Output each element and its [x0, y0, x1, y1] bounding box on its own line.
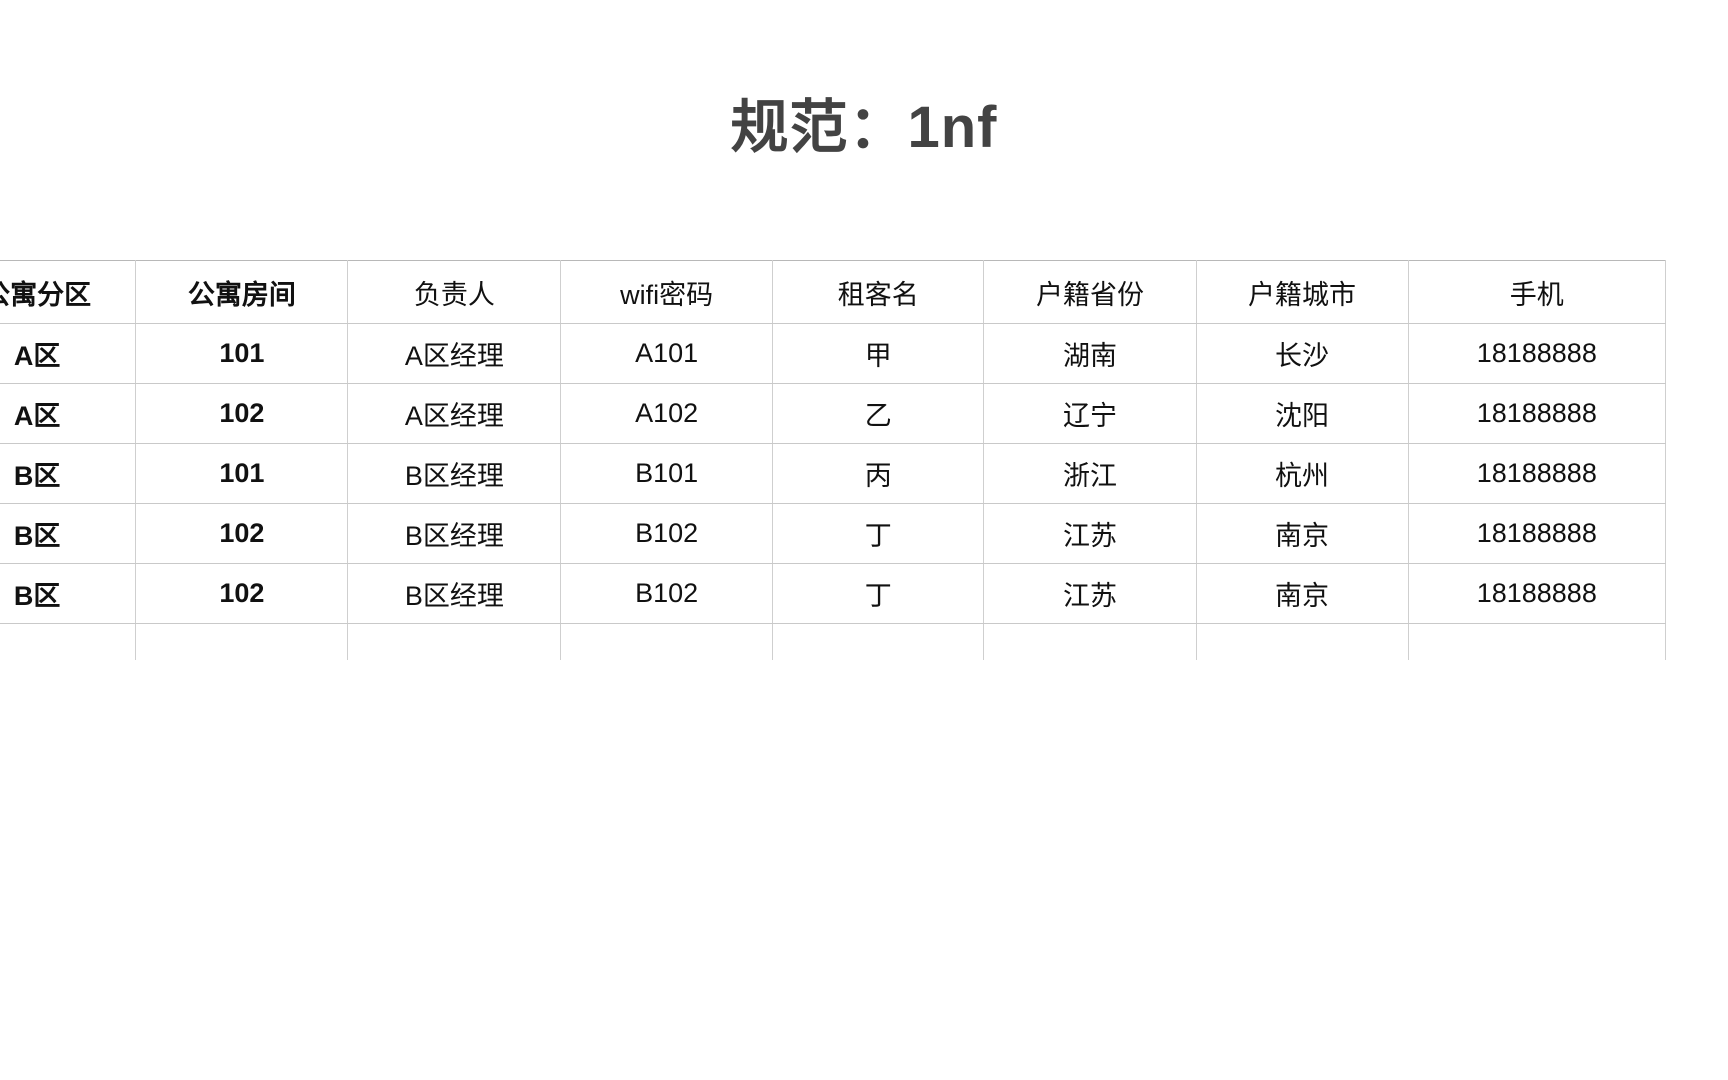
apartment-table: 公寓分区 公寓房间 负责人 wifi密码 租客名 户籍省份 户籍城市 手机 A区… — [0, 260, 1667, 660]
table-row: B区 101 B区经理 B101 丙 浙江 杭州 18188888 — [0, 443, 1667, 504]
page-title: 规范：1nf — [730, 95, 998, 160]
table-body: A区 101 A区经理 A101 甲 湖南 长沙 18188888 A区 102… — [0, 323, 1667, 660]
cell-zone — [0, 623, 137, 660]
cell-tenant: 乙 — [771, 383, 985, 444]
table-header-row: 公寓分区 公寓房间 负责人 wifi密码 租客名 户籍省份 户籍城市 手机 — [0, 260, 1667, 324]
cell-zone: A区 — [0, 383, 137, 444]
column-header-city: 户籍城市 — [1195, 260, 1409, 324]
table-head: 公寓分区 公寓房间 负责人 wifi密码 租客名 户籍省份 户籍城市 手机 — [0, 260, 1667, 324]
cell-tenant: 甲 — [771, 323, 985, 384]
cell-zone: B区 — [0, 443, 137, 504]
cell-wifi: A101 — [560, 323, 773, 384]
cell-zone: B区 — [0, 503, 137, 564]
cell-phone — [1407, 623, 1667, 660]
cell-wifi: A102 — [560, 383, 773, 444]
cell-wifi: B102 — [560, 563, 773, 624]
column-header-room: 公寓房间 — [135, 260, 349, 324]
cell-manager: B区经理 — [347, 563, 562, 624]
cell-room: 102 — [135, 563, 349, 624]
cell-phone: 18188888 — [1407, 443, 1667, 504]
cell-wifi: B102 — [560, 503, 773, 564]
cell-city — [1195, 623, 1409, 660]
cell-room: 101 — [135, 443, 349, 504]
cell-room — [135, 623, 349, 660]
column-header-manager: 负责人 — [347, 260, 562, 324]
cell-phone: 18188888 — [1407, 503, 1667, 564]
cell-manager: A区经理 — [347, 323, 562, 384]
cell-wifi: B101 — [560, 443, 773, 504]
cell-province: 湖南 — [983, 323, 1197, 384]
table-row: B区 102 B区经理 B102 丁 江苏 南京 18188888 — [0, 563, 1667, 624]
cell-manager: A区经理 — [347, 383, 562, 444]
cell-tenant: 丁 — [771, 503, 985, 564]
cell-tenant: 丁 — [771, 563, 985, 624]
cell-province — [983, 623, 1197, 660]
column-header-wifi: wifi密码 — [560, 260, 773, 324]
column-header-phone: 手机 — [1407, 260, 1667, 324]
table-row-empty — [0, 623, 1667, 660]
cell-province: 浙江 — [983, 443, 1197, 504]
cell-room: 102 — [135, 383, 349, 444]
cell-wifi — [560, 623, 773, 660]
cell-room: 101 — [135, 323, 349, 384]
cell-phone: 18188888 — [1407, 383, 1667, 444]
column-header-province: 户籍省份 — [983, 260, 1197, 324]
cell-tenant — [771, 623, 985, 660]
table-row: B区 102 B区经理 B102 丁 江苏 南京 18188888 — [0, 503, 1667, 564]
cell-province: 江苏 — [983, 563, 1197, 624]
cell-manager: B区经理 — [347, 503, 562, 564]
cell-room: 102 — [135, 503, 349, 564]
table-row: A区 101 A区经理 A101 甲 湖南 长沙 18188888 — [0, 323, 1667, 384]
cell-city: 南京 — [1195, 563, 1409, 624]
cell-city: 南京 — [1195, 503, 1409, 564]
cell-zone: A区 — [0, 323, 137, 384]
cell-phone: 18188888 — [1407, 563, 1667, 624]
table-viewport: 公寓分区 公寓房间 负责人 wifi密码 租客名 户籍省份 户籍城市 手机 A区… — [0, 260, 1728, 660]
cell-phone: 18188888 — [1407, 323, 1667, 384]
cell-province: 辽宁 — [983, 383, 1197, 444]
cell-tenant: 丙 — [771, 443, 985, 504]
cell-city: 长沙 — [1195, 323, 1409, 384]
column-header-zone: 公寓分区 — [0, 260, 137, 324]
table-row: A区 102 A区经理 A102 乙 辽宁 沈阳 18188888 — [0, 383, 1667, 444]
cell-manager — [347, 623, 562, 660]
cell-city: 沈阳 — [1195, 383, 1409, 444]
cell-city: 杭州 — [1195, 443, 1409, 504]
cell-manager: B区经理 — [347, 443, 562, 504]
cell-zone: B区 — [0, 563, 137, 624]
cell-province: 江苏 — [983, 503, 1197, 564]
column-header-tenant: 租客名 — [771, 260, 985, 324]
